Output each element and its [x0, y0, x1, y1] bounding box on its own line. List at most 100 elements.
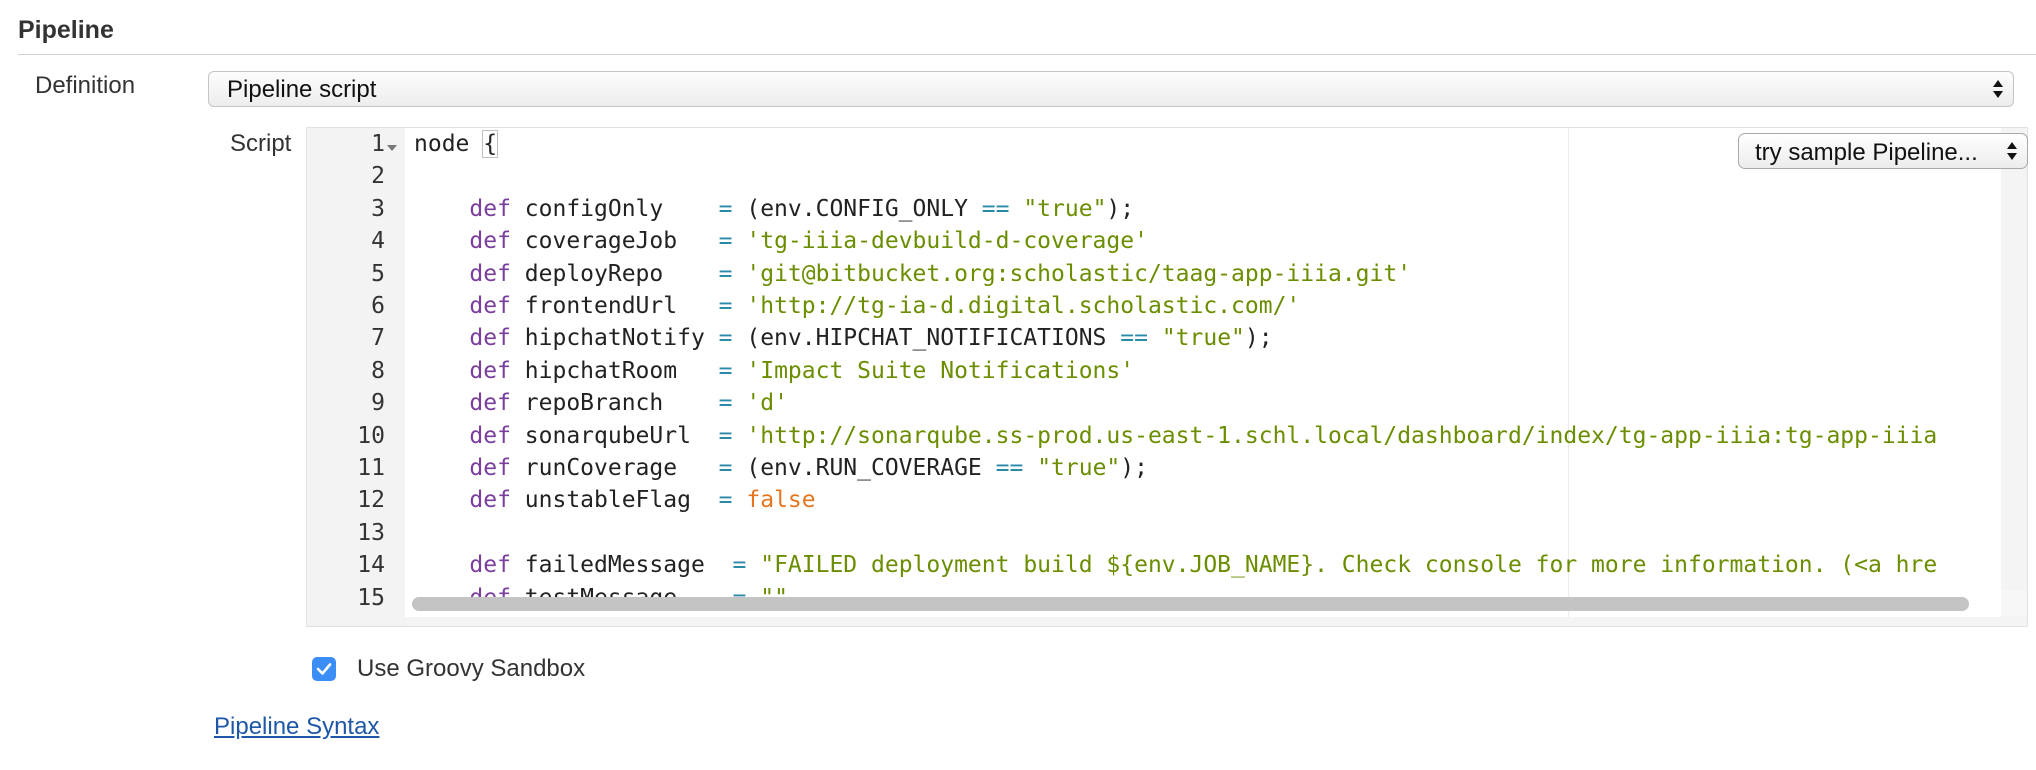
- code-token: def: [414, 487, 511, 514]
- pipeline-syntax-link[interactable]: Pipeline Syntax: [214, 713, 379, 741]
- code-token: );: [1120, 455, 1148, 481]
- code-line: def configOnly = (env.CONFIG_ONLY == "tr…: [414, 196, 1134, 222]
- code-token: =: [718, 422, 733, 449]
- line-number: 10: [357, 422, 385, 449]
- code-token: hipchatRoom: [510, 357, 719, 384]
- code-token: def: [414, 552, 511, 579]
- code-token: def: [414, 357, 511, 384]
- code-token: def: [414, 195, 511, 222]
- select-updown-icon: [2005, 141, 2019, 161]
- try-sample-pipeline-select[interactable]: try sample Pipeline...: [1738, 133, 2028, 169]
- code-line: def runCoverage = (env.RUN_COVERAGE == "…: [414, 455, 1148, 481]
- code-token: =: [718, 455, 733, 481]
- line-number: 7: [371, 325, 385, 352]
- line-number: 14: [357, 552, 385, 579]
- code-token: =: [718, 293, 733, 319]
- code-token: (env.RUN_COVERAGE: [732, 455, 996, 481]
- code-line: node {: [414, 130, 499, 158]
- line-number: 11: [357, 455, 385, 481]
- code-token: (env.HIPCHAT_NOTIFICATIONS: [732, 325, 1121, 352]
- code-token: "true": [1161, 325, 1245, 352]
- fold-arrow-icon[interactable]: [387, 145, 397, 151]
- line-number: 13: [357, 519, 385, 546]
- code-token: =: [718, 195, 733, 222]
- section-divider: [18, 54, 2036, 55]
- code-token: repoBranch: [510, 390, 719, 417]
- code-token: hipchatNotify: [510, 325, 719, 352]
- code-token: def: [414, 228, 511, 255]
- definition-select[interactable]: Pipeline script: [208, 71, 2014, 107]
- code-token: ==: [995, 455, 1024, 481]
- code-token: =: [718, 487, 733, 514]
- code-line: def sonarqubeUrl = 'http://sonarqube.ss-…: [414, 423, 1937, 449]
- line-number: 15: [357, 584, 385, 611]
- code-token: (env.CONFIG_ONLY: [732, 195, 982, 222]
- code-line: def deployRepo = 'git@bitbucket.org:scho…: [414, 261, 1411, 287]
- code-token: sonarqubeUrl: [510, 422, 719, 449]
- line-number: 8: [371, 357, 385, 384]
- code-token: );: [1244, 325, 1273, 352]
- groovy-sandbox-checkbox[interactable]: [312, 657, 336, 681]
- code-token: "true": [1023, 195, 1107, 222]
- script-label: Script: [230, 130, 292, 157]
- checkmark-icon: [316, 663, 332, 675]
- script-editor[interactable]: 1 2 3 4 5 6 7 8 9 10 11 12 13 14 15 node { def configO…: [306, 127, 2028, 627]
- print-margin: [1568, 128, 1569, 617]
- line-number: 3: [371, 195, 385, 222]
- code-line: def coverageJob = 'tg-iiia-devbuild-d-co…: [414, 228, 1148, 254]
- code-token: frontendUrl: [510, 293, 719, 319]
- code-token: def: [414, 390, 511, 417]
- code-token: def: [414, 325, 511, 352]
- scrollbar-corner: [2001, 590, 2027, 616]
- section-title: Pipeline: [18, 16, 114, 44]
- code-line: def frontendUrl = 'http://tg-ia-d.digita…: [414, 293, 1300, 319]
- code-line: def failedMessage = "FAILED deployment b…: [414, 552, 1937, 578]
- code-token: coverageJob: [510, 228, 719, 255]
- code-token: =: [718, 228, 733, 255]
- code-token: =: [718, 390, 733, 417]
- line-number: 1: [371, 131, 385, 157]
- code-token: ==: [1120, 325, 1148, 352]
- code-token: unstableFlag: [510, 487, 719, 514]
- groovy-sandbox-label[interactable]: Use Groovy Sandbox: [357, 655, 585, 683]
- code-area[interactable]: node { def configOnly = (env.CONFIG_ONLY…: [405, 128, 2001, 617]
- code-token: 'tg-iiia-devbuild-d-coverage': [746, 228, 1148, 255]
- code-token: failedMessage: [510, 552, 733, 579]
- code-token: =: [718, 260, 733, 287]
- code-token: 'git@bitbucket.org:scholastic/taag-app-i…: [746, 260, 1412, 287]
- code-token: def: [414, 455, 511, 481]
- line-number: 12: [357, 487, 385, 514]
- code-token: =: [718, 357, 733, 384]
- code-token: "true": [1037, 455, 1121, 481]
- code-token: 'http://tg-ia-d.digital.scholastic.com/': [746, 293, 1301, 319]
- select-updown-icon: [1991, 79, 2005, 99]
- code-token: 'http://sonarqube.ss-prod.us-east-1.schl…: [746, 422, 1938, 449]
- code-line: def hipchatNotify = (env.HIPCHAT_NOTIFIC…: [414, 325, 1273, 352]
- code-token: configOnly: [510, 195, 719, 222]
- line-number-gutter: 1 2 3 4 5 6 7 8 9 10 11 12 13 14 15: [307, 128, 405, 626]
- sample-select-value: try sample Pipeline...: [1755, 139, 1978, 166]
- line-number: 5: [371, 260, 385, 287]
- code-token: 'd': [746, 390, 788, 417]
- code-token: node: [414, 131, 484, 157]
- definition-label: Definition: [35, 72, 136, 99]
- code-token: runCoverage: [510, 455, 719, 481]
- horizontal-scrollbar[interactable]: [412, 597, 1969, 611]
- code-token: "FAILED deployment build ${env.JOB_NAME}…: [760, 552, 1938, 579]
- code-token: {: [482, 130, 499, 158]
- definition-select-value: Pipeline script: [227, 76, 377, 103]
- line-number: 4: [371, 228, 385, 255]
- code-token: =: [732, 552, 747, 579]
- code-token: =: [718, 325, 733, 352]
- line-number: 9: [371, 390, 385, 417]
- line-number: 2: [371, 163, 385, 190]
- code-token: def: [414, 422, 511, 449]
